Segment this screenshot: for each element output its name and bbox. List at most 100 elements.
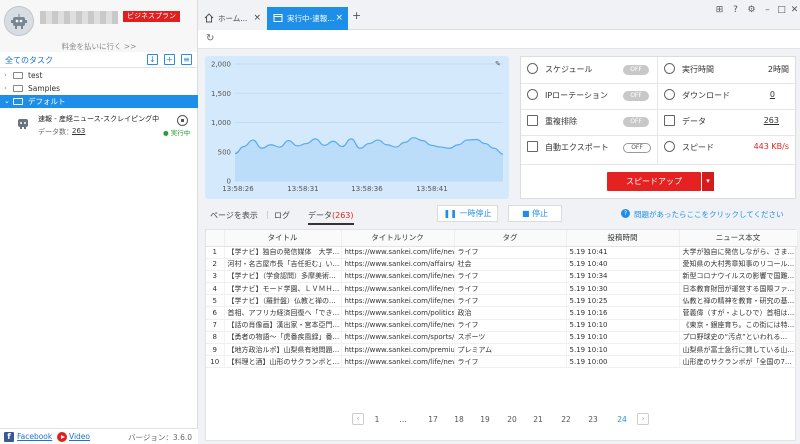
column-header[interactable]: ニュース本文 xyxy=(679,230,798,247)
close-icon[interactable]: × xyxy=(335,7,343,30)
facebook-icon[interactable]: f xyxy=(4,432,14,442)
stop-button[interactable]: ■ 停止 xyxy=(508,205,562,222)
auto-export-toggle[interactable]: OFF xyxy=(623,143,651,153)
chevron-down-icon[interactable]: ⌄ xyxy=(4,95,10,108)
avatar[interactable] xyxy=(4,6,34,36)
tab-data-count: (263) xyxy=(332,211,354,220)
dedupe-label: 重複排除 xyxy=(545,117,577,126)
column-header[interactable]: タグ xyxy=(454,230,567,247)
column-header[interactable] xyxy=(206,230,225,247)
help-circle-icon[interactable]: ? xyxy=(730,5,741,16)
task-status: ● 実行中 xyxy=(163,129,191,137)
folder-test[interactable]: › test xyxy=(0,69,198,82)
new-task-icon[interactable]: + xyxy=(164,54,175,65)
table-cell: ライフ xyxy=(454,294,567,308)
table-cell: 5.19 10:10 xyxy=(566,343,680,357)
y-tick-label: 1,500 xyxy=(211,90,231,98)
table-row[interactable]: 9 【地方政治ルポ】山梨県有地問題... https://www.sankei.co… xyxy=(206,343,798,357)
task-settings-icon[interactable]: ≡ xyxy=(181,54,192,65)
pagination: ‹ 1 ... 17 18 19 20 21 22 23 24 › xyxy=(205,412,796,430)
page-link[interactable]: 23 xyxy=(585,415,601,424)
schedule-toggle[interactable]: OFF xyxy=(623,65,649,75)
pay-link[interactable]: 料金を払いに行く >> xyxy=(0,41,198,52)
help-icon[interactable]: ? xyxy=(621,209,630,218)
tab-running[interactable]: 実行中-速報... × xyxy=(267,7,348,30)
tab-log[interactable]: ログ xyxy=(274,210,290,221)
table-cell: https://www.sankei.com/life/news/... xyxy=(341,270,455,284)
table-cell: 愛知県の大村秀章知事のリコール... xyxy=(679,258,798,271)
pause-button[interactable]: ❚❚ 一時停止 xyxy=(437,205,498,222)
gift-icon[interactable]: ⊞ xyxy=(714,5,725,16)
column-header[interactable]: タイトルリンク xyxy=(341,230,455,247)
folder-icon xyxy=(13,85,23,92)
table-row[interactable]: 10 【料理と酒】山形のサクランボと... https://www.sankei.c… xyxy=(206,355,798,369)
table-cell: 菅義偉（すが・よしひで）首相は... xyxy=(679,306,798,320)
table-row[interactable]: 3 【学ナビ】（学食認問）多摩美術... https://www.sankei.co… xyxy=(206,270,798,284)
page-link[interactable]: 17 xyxy=(425,415,441,424)
facebook-link[interactable]: Facebook xyxy=(17,432,52,441)
table-cell: 5.19 10:10 xyxy=(566,319,680,332)
page-link[interactable]: 19 xyxy=(477,415,493,424)
all-tasks-label[interactable]: 全てのタスク xyxy=(5,55,53,66)
next-page-icon[interactable]: › xyxy=(637,413,649,425)
table-row[interactable]: 5 【学ナビ】（羅針盤）仏教と禅の... https://www.sankei.co… xyxy=(206,294,798,308)
youtube-icon[interactable] xyxy=(57,432,67,442)
table-row[interactable]: 8 【勇者の物語～「虎番疾風録」番... https://www.sankei.co… xyxy=(206,331,798,345)
window-close-icon[interactable]: ✕ xyxy=(789,5,800,16)
table-cell: 6 xyxy=(206,306,225,320)
page-link[interactable]: 20 xyxy=(504,415,520,424)
import-task-icon[interactable]: ↓ xyxy=(147,54,158,65)
pause-label: 一時停止 xyxy=(459,209,492,218)
add-tab-icon[interactable]: + xyxy=(352,9,361,22)
dedupe-toggle[interactable]: OFF xyxy=(623,117,649,127)
run-time-row: 実行時間 2時間 xyxy=(660,58,795,82)
speedup-dropdown-icon[interactable]: ▾ xyxy=(702,172,714,191)
table-row[interactable]: 4 【学ナビ】モード学園、ＬＶＭＨ... https://www.sankei.co… xyxy=(206,282,798,296)
tab-view-page[interactable]: ページを表示 xyxy=(210,210,258,221)
tab-data-label: データ xyxy=(308,211,332,220)
y-tick-label: 2,000 xyxy=(211,61,231,69)
prev-page-icon[interactable]: ‹ xyxy=(352,413,364,425)
table-row[interactable]: 1 【学ナビ】独自の発信媒体 大学... https://www.sankei.co… xyxy=(206,246,798,259)
help-link[interactable]: 問題があったらここをクリックしてください xyxy=(634,209,784,220)
speed-row: スピード 443 KB/s xyxy=(660,136,795,160)
tab-data[interactable]: データ(263) xyxy=(308,210,354,225)
export-icon xyxy=(527,141,538,152)
chevron-right-icon[interactable]: › xyxy=(4,69,7,82)
ip-rotation-toggle[interactable]: OFF xyxy=(623,91,649,101)
table-cell: ライフ xyxy=(454,355,567,369)
stop-task-icon[interactable] xyxy=(177,115,188,126)
page-link[interactable]: 21 xyxy=(530,415,546,424)
close-icon[interactable]: × xyxy=(253,7,261,30)
page-link[interactable]: 18 xyxy=(451,415,467,424)
speedup-button[interactable]: スピードアップ xyxy=(607,172,701,191)
task-count[interactable]: 263 xyxy=(72,127,85,135)
task-item[interactable]: 速報 - 産経ニュース-スクレイピング中 データ数： 263 ● 実行中 xyxy=(0,112,198,140)
download-value[interactable]: 0 xyxy=(770,90,775,99)
plan-badge[interactable]: ビジネスプラン xyxy=(123,11,180,22)
page-link-current[interactable]: 24 xyxy=(614,415,630,424)
folder-samples[interactable]: › Samples xyxy=(0,82,198,95)
page-link[interactable]: 1 xyxy=(369,415,385,424)
table-cell: https://www.sankei.com/life/news/... xyxy=(341,246,455,259)
table-row[interactable]: 7 【話の肖像画】漢出家・宮本亞門... https://www.sankei.co… xyxy=(206,319,798,332)
tab-home[interactable]: ホーム... × xyxy=(198,7,266,30)
chevron-right-icon[interactable]: › xyxy=(4,82,7,95)
folder-label: デフォルト xyxy=(28,97,66,106)
settings-icon[interactable]: ⚙ xyxy=(746,5,757,16)
task-count-label: データ数： xyxy=(38,128,73,136)
table-row[interactable]: 6 首相、アフリカ経済回復へ「でき... https://www.sankei.co… xyxy=(206,306,798,320)
refresh-icon[interactable]: ↻ xyxy=(206,33,214,44)
column-header[interactable]: タイトル xyxy=(224,230,342,247)
data-value[interactable]: 263 xyxy=(764,116,779,125)
tab-running-label: 実行中-速報... xyxy=(287,14,335,23)
column-header[interactable]: 投稿時間 xyxy=(566,230,680,247)
page-link[interactable]: 22 xyxy=(558,415,574,424)
video-link[interactable]: Video xyxy=(69,432,90,441)
minimize-icon[interactable]: – xyxy=(762,5,773,16)
folder-default[interactable]: ⌄ デフォルト xyxy=(0,95,198,108)
maximize-icon[interactable]: □ xyxy=(776,5,787,16)
task-title: 速報 - 産経ニュース-スクレイピング中 xyxy=(38,115,160,123)
table-row[interactable]: 2 河村・名古屋市長「吉任拒む」い... https://www.sankei.co… xyxy=(206,258,798,271)
table-cell: 首相、アフリカ経済回復へ「でき... xyxy=(224,306,342,320)
